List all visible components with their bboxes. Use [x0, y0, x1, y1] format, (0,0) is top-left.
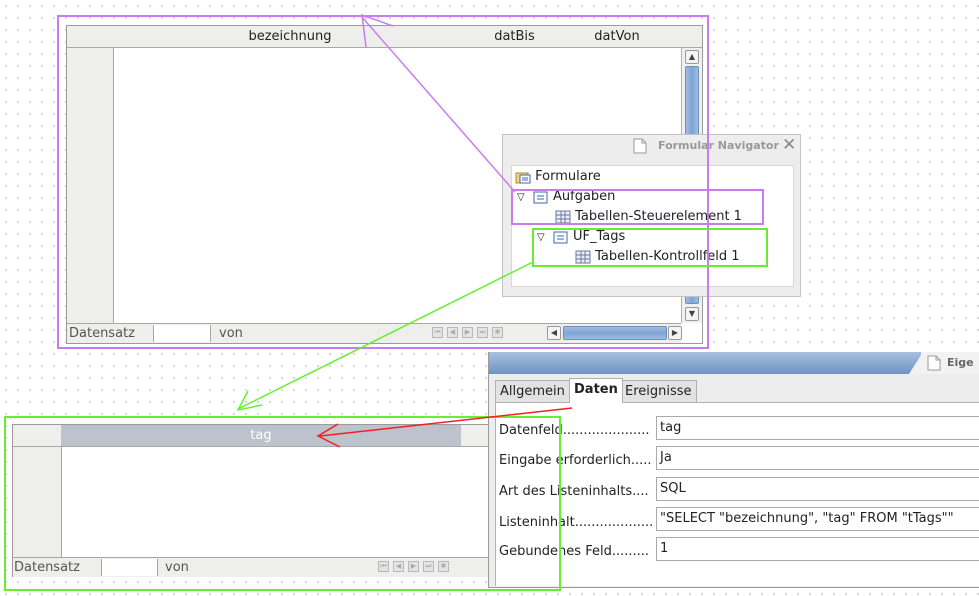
record-number-field[interactable] [153, 325, 211, 342]
tab-ereignisse[interactable]: Ereignisse [620, 380, 697, 402]
document-icon [633, 138, 647, 154]
row-header-corner [13, 425, 62, 447]
next-record-icon[interactable]: ▶ [462, 327, 473, 338]
new-record-icon[interactable]: ✱ [492, 327, 503, 338]
properties-title-area: Eige [921, 352, 979, 374]
row-header-corner [67, 26, 115, 48]
form-tree[interactable]: Formulare ▽ Aufgaben Tabellen-Steuerelem… [511, 165, 794, 287]
label-gebundenes-feld: Gebundenes Feld......... [499, 544, 650, 559]
eingabe-erforderlich-select[interactable]: Ja [656, 446, 979, 470]
tree-label-formulare: Formulare [535, 169, 601, 184]
last-record-icon[interactable]: ⏭ [423, 561, 434, 572]
label-eingabe-erforderlich: Eingabe erforderlich..... [499, 453, 652, 468]
expand-triangle-icon[interactable]: ▽ [537, 232, 545, 243]
tree-item-tabellen-steuerelement[interactable]: Tabellen-Steuerelement 1 [555, 208, 742, 226]
tree-item-uf-tags[interactable]: ▽ UF_Tags [537, 228, 625, 246]
prev-record-icon[interactable]: ◀ [393, 561, 404, 572]
art-des-listeninhalts-select[interactable]: SQL [656, 477, 979, 501]
label-listeninhalt: Listeninhalt................... [499, 515, 654, 530]
properties-panel: Datenfeld..................... tag Einga… [495, 402, 979, 586]
column-header-filler [461, 425, 491, 447]
record-label: Datensatz [69, 326, 135, 341]
tree-label-aufgaben: Aufgaben [552, 189, 616, 204]
document-icon [927, 355, 941, 371]
tree-item-tabellen-kontrollfeld[interactable]: Tabellen-Kontrollfeld 1 [575, 248, 740, 266]
gebundenes-feld-field[interactable]: 1 [656, 537, 979, 561]
row-selector-column[interactable] [13, 447, 62, 557]
folder-forms-icon [515, 172, 531, 183]
row-selector-column[interactable] [67, 48, 114, 323]
form-icon [533, 191, 548, 203]
record-number-field[interactable] [101, 559, 158, 576]
close-icon[interactable]: ✕ [782, 135, 796, 155]
first-record-icon[interactable]: ⏮ [432, 327, 443, 338]
last-record-icon[interactable]: ⏭ [477, 327, 488, 338]
next-record-icon[interactable]: ▶ [408, 561, 419, 572]
prev-record-icon[interactable]: ◀ [447, 327, 458, 338]
form-navigator-window[interactable]: Formular Navigator ✕ Formulare ▽ Aufgabe… [502, 134, 801, 297]
record-label: Datensatz [14, 560, 80, 575]
properties-dialog[interactable]: Eige Allgemein Daten Ereignisse Datenfel… [488, 352, 979, 588]
tree-label-tabellen-steuerelement: Tabellen-Steuerelement 1 [575, 209, 742, 224]
tab-daten[interactable]: Daten [569, 378, 623, 403]
scroll-left-button[interactable]: ◀ [547, 326, 561, 340]
column-header-datbis[interactable]: datBis [466, 26, 564, 48]
datenfeld-field[interactable]: tag [656, 416, 979, 440]
column-header-datvon[interactable]: datVon [563, 26, 672, 48]
record-status-bar: Datensatz von ⏮ ◀ ▶ ⏭ ✱ ◀ ▶ [67, 323, 682, 343]
properties-title-bar [489, 352, 979, 374]
record-of-label: von [219, 326, 243, 341]
tree-label-uf-tags: UF_Tags [572, 229, 626, 244]
table-control-icon [575, 250, 591, 263]
label-art-des-listeninhalts: Art des Listeninhalts.... [499, 484, 649, 499]
annotation-arrowhead-green [236, 390, 263, 412]
new-record-icon[interactable]: ✱ [438, 561, 449, 572]
tree-label-tabellen-kontrollfeld: Tabellen-Kontrollfeld 1 [595, 249, 740, 264]
table-control-uf-tags[interactable]: tag Datensatz von ⏮ ◀ ▶ ⏭ ✱ [12, 424, 491, 577]
navigator-title: Formular Navigator [658, 139, 779, 152]
record-status-bar: Datensatz von ⏮ ◀ ▶ ⏭ ✱ [13, 557, 491, 577]
column-header-filler [671, 26, 702, 48]
first-record-icon[interactable]: ⏮ [378, 561, 389, 572]
scroll-up-button[interactable]: ▲ [685, 50, 699, 64]
scroll-down-button[interactable]: ▼ [685, 307, 699, 321]
column-header-tag[interactable]: tag [61, 425, 462, 447]
scroll-right-button[interactable]: ▶ [668, 326, 682, 340]
table-control-icon [555, 210, 571, 223]
label-datenfeld: Datenfeld..................... [499, 423, 650, 438]
properties-title: Eige [947, 356, 974, 369]
form-icon [553, 231, 568, 243]
record-of-label: von [165, 560, 189, 575]
hscroll-thumb[interactable] [563, 326, 667, 340]
column-header-bezeichnung[interactable]: bezeichnung [114, 26, 467, 48]
expand-triangle-icon[interactable]: ▽ [517, 192, 525, 203]
tree-item-formulare[interactable]: Formulare [515, 168, 601, 186]
tab-allgemein[interactable]: Allgemein [495, 380, 570, 402]
listeninhalt-field[interactable]: "SELECT "bezeichnung", "tag" FROM "tTags… [656, 507, 979, 531]
tree-item-aufgaben[interactable]: ▽ Aufgaben [517, 188, 615, 206]
